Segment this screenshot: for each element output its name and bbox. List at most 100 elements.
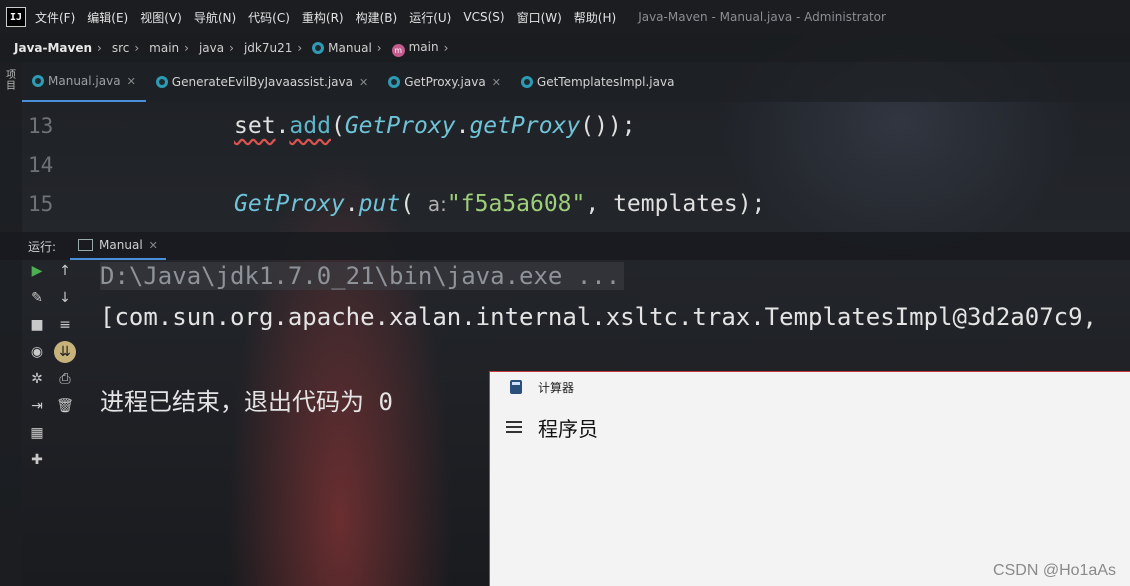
chevron-right-icon: › xyxy=(376,41,382,55)
scroll-to-end-icon[interactable]: ⇊ xyxy=(54,341,76,363)
print-icon[interactable]: ⎙ xyxy=(54,368,76,390)
code-token-var: set xyxy=(234,113,276,139)
run-toolbar-left: ▶ ✎ ■ ◉ ✲ ⇥ ▦ ✚ xyxy=(24,260,50,476)
arrow-down-icon[interactable]: ↓ xyxy=(54,287,76,309)
debug-icon[interactable]: ✲ xyxy=(26,368,48,390)
chevron-right-icon: › xyxy=(229,41,234,55)
code-editor[interactable]: 13 set.add(GetProxy.getProxy()); 14 15 G… xyxy=(22,102,1130,232)
run-toolbar-right: ↑ ↓ ≡ ⇊ ⎙ 🗑 xyxy=(52,260,78,422)
pin-icon[interactable]: ✚ xyxy=(26,449,48,471)
close-icon[interactable]: ✕ xyxy=(492,76,501,89)
tab-gettemplatesimpl-java[interactable]: GetTemplatesImpl.java xyxy=(511,62,685,102)
calculator-window: 计算器 程序员 xyxy=(489,371,1130,586)
console-icon xyxy=(78,239,94,251)
code-token-close: ()); xyxy=(580,113,636,139)
menu-build[interactable]: 构建(B) xyxy=(356,9,398,26)
console-line: [com.sun.org.apache.xalan.internal.xsltc… xyxy=(100,303,1097,331)
breadcrumb-method[interactable]: m main xyxy=(391,39,439,57)
tab-getproxy-java[interactable]: GetProxy.java ✕ xyxy=(378,62,511,102)
layout-icon[interactable]: ▦ xyxy=(26,422,48,444)
breadcrumb-method-label: main xyxy=(408,39,439,54)
chevron-right-icon: › xyxy=(97,41,102,55)
breadcrumb: Java-Maven › src › main › java › jdk7u21 › Ma… xyxy=(0,34,1130,62)
code-token-open: ( xyxy=(330,113,345,139)
trash-icon[interactable]: 🗑 xyxy=(54,395,76,417)
run-tab-label: Manual xyxy=(99,238,143,252)
camera-icon[interactable]: ◉ xyxy=(26,341,48,363)
menu-help[interactable]: 帮助(H) xyxy=(574,9,616,26)
tab-generateevil-java[interactable]: GenerateEvilByJavaassist.java ✕ xyxy=(146,62,378,102)
rerun-icon[interactable]: ▶ xyxy=(26,260,48,282)
code-token-call: getProxy xyxy=(469,113,581,139)
breadcrumb-java[interactable]: java xyxy=(199,41,224,55)
menu-vcs[interactable]: VCS(S) xyxy=(463,10,504,24)
chevron-right-icon: › xyxy=(443,41,449,55)
code-text: GetProxy.put( a:"f5a5a608", templates); xyxy=(234,191,765,217)
menu-view[interactable]: 视图(V) xyxy=(140,9,182,26)
breadcrumb-src[interactable]: src xyxy=(112,41,130,55)
code-token-call: put xyxy=(358,191,401,217)
menu-window[interactable]: 窗口(W) xyxy=(517,9,562,26)
class-icon xyxy=(312,42,325,54)
run-label: 运行: xyxy=(28,239,57,254)
breadcrumb-class-label: Manual xyxy=(328,41,372,55)
code-token-open: ( xyxy=(400,191,415,217)
stop-icon[interactable]: ■ xyxy=(26,314,48,336)
breadcrumb-class[interactable]: Manual xyxy=(312,41,372,55)
menu-refactor[interactable]: 重构(R) xyxy=(302,9,344,26)
breadcrumb-project[interactable]: Java-Maven xyxy=(14,41,92,55)
run-tab-manual[interactable]: Manual ✕ xyxy=(70,232,166,260)
class-icon xyxy=(32,75,44,87)
tab-label: GetTemplatesImpl.java xyxy=(536,75,675,89)
project-tool-window-button[interactable]: 项目 xyxy=(5,70,17,92)
chevron-right-icon: › xyxy=(134,41,140,55)
soft-wrap-icon[interactable]: ≡ xyxy=(54,314,76,336)
editor-tab-bar: Manual.java ✕ GenerateEvilByJavaassist.j… xyxy=(22,62,1130,102)
calculator-mode-title: 程序员 xyxy=(538,416,598,441)
watermark: CSDN @Ho1aAs xyxy=(993,562,1116,579)
tab-label: GetProxy.java xyxy=(404,75,486,89)
menu-bar: IJ 文件(F) 编辑(E) 视图(V) 导航(N) 代码(C) 重构(R) 构… xyxy=(0,0,1130,34)
window-title: Java-Maven - Manual.java - Administrator xyxy=(638,10,886,24)
code-token-dot: . xyxy=(455,113,470,139)
code-token-dot: . xyxy=(275,113,290,139)
code-token-method: add xyxy=(289,113,331,139)
code-token-class: GetProxy xyxy=(234,191,345,217)
console-line: D:\Java\jdk1.7.0_21\bin\java.exe ... xyxy=(100,262,625,290)
menu-navigate[interactable]: 导航(N) xyxy=(194,9,236,26)
wrench-icon[interactable]: ✎ xyxy=(26,287,48,309)
class-icon xyxy=(155,76,168,88)
arrow-up-icon[interactable]: ↑ xyxy=(54,260,76,282)
calculator-title: 计算器 xyxy=(538,380,575,395)
chevron-right-icon: › xyxy=(297,41,303,55)
line-number: 14 xyxy=(28,153,54,177)
project-tool-strip: 项目 xyxy=(0,62,22,586)
class-icon xyxy=(388,76,401,88)
tab-label: Manual.java xyxy=(48,74,121,88)
run-tool-window-header: 运行: Manual ✕ xyxy=(0,232,1130,260)
code-token-class: GetProxy xyxy=(344,113,456,139)
method-icon: m xyxy=(391,43,405,57)
calculator-titlebar[interactable]: 计算器 xyxy=(490,372,1130,402)
code-text: set.add(GetProxy.getProxy()); xyxy=(234,113,636,139)
menu-code[interactable]: 代码(C) xyxy=(248,9,290,26)
menu-file[interactable]: 文件(F) xyxy=(35,9,75,26)
console-line: 进程已结束，退出代码为 0 xyxy=(100,388,393,416)
close-icon[interactable]: ✕ xyxy=(149,239,158,252)
tab-label: GenerateEvilByJavaassist.java xyxy=(171,75,353,89)
breadcrumb-package[interactable]: jdk7u21 xyxy=(244,41,292,55)
breadcrumb-main[interactable]: main xyxy=(149,41,179,55)
parameter-hint: a: xyxy=(427,192,447,216)
menu-edit[interactable]: 编辑(E) xyxy=(87,9,128,26)
tab-manual-java[interactable]: Manual.java ✕ xyxy=(22,62,146,102)
class-icon xyxy=(520,76,533,88)
code-token-rest: , templates); xyxy=(585,191,766,217)
code-token-dot: . xyxy=(344,191,359,217)
menu-run[interactable]: 运行(U) xyxy=(409,9,451,26)
exit-icon[interactable]: ⇥ xyxy=(26,395,48,417)
calculator-icon xyxy=(510,380,522,394)
close-icon[interactable]: ✕ xyxy=(127,75,136,88)
line-number: 13 xyxy=(28,114,54,138)
menu-icon[interactable] xyxy=(506,421,522,433)
close-icon[interactable]: ✕ xyxy=(359,76,368,89)
